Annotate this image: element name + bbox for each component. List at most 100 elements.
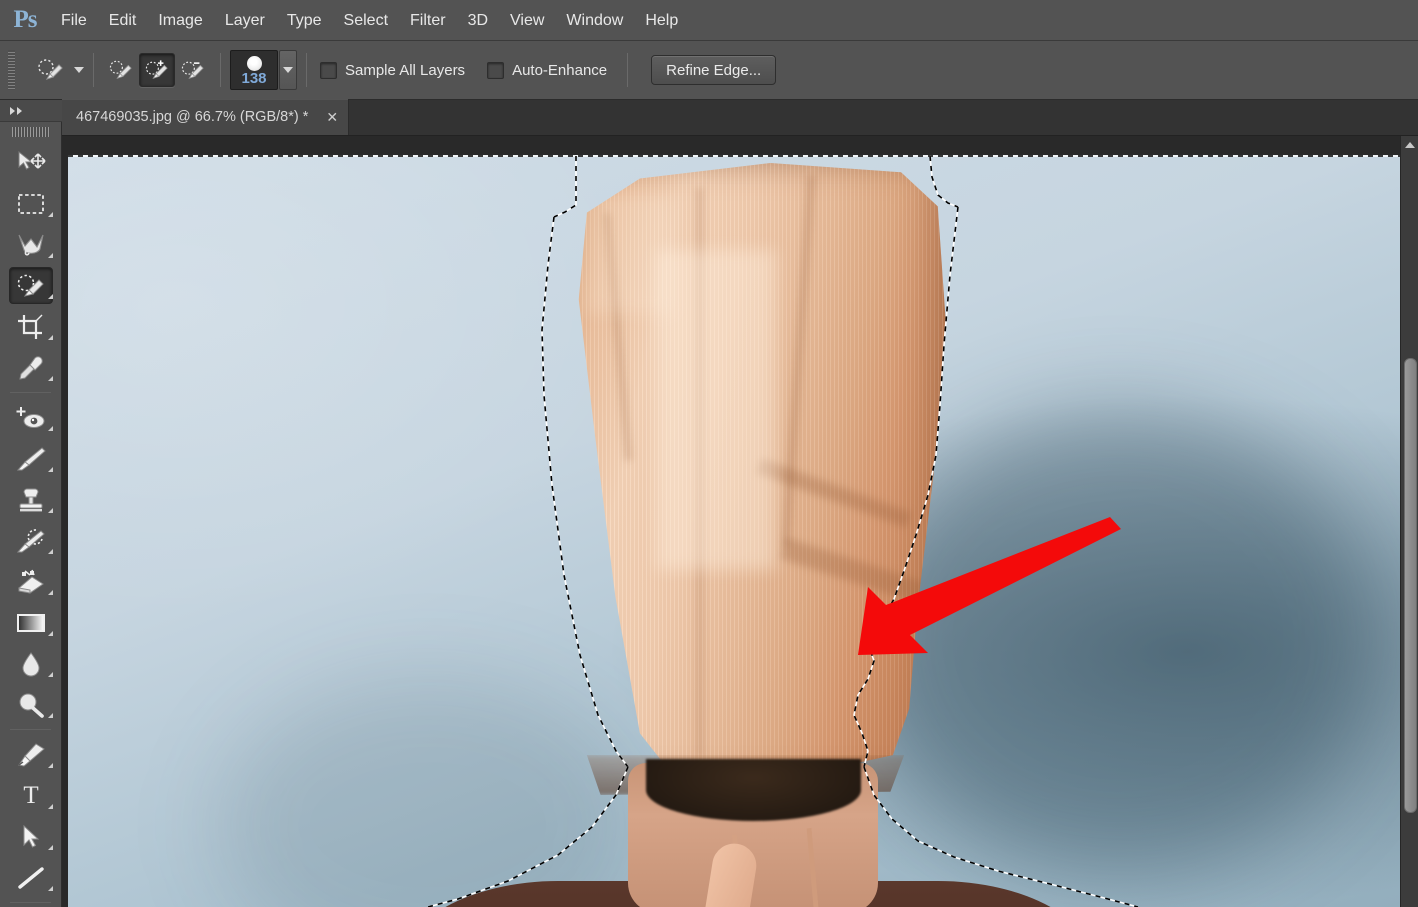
lasso-icon <box>9 226 53 263</box>
flyout-triangle-icon[interactable] <box>48 508 53 513</box>
menu-window[interactable]: Window <box>555 0 634 41</box>
menu-edit[interactable]: Edit <box>98 0 148 41</box>
quick-selection-subtract-icon[interactable] <box>175 53 211 87</box>
beard <box>646 759 861 821</box>
line-icon <box>9 859 53 896</box>
quick-selection-add-icon[interactable] <box>139 53 175 87</box>
scroll-up-arrow-icon[interactable] <box>1401 136 1418 154</box>
flyout-triangle-icon[interactable] <box>48 713 53 718</box>
chevron-down-icon[interactable] <box>74 67 84 73</box>
spot-healing-brush-tool[interactable] <box>0 397 62 438</box>
flyout-triangle-icon[interactable] <box>48 845 53 850</box>
flyout-triangle-icon[interactable] <box>48 672 53 677</box>
canvas-top-gutter <box>62 136 1400 155</box>
move-tool[interactable] <box>0 142 62 183</box>
vertical-scrollbar[interactable] <box>1400 136 1418 907</box>
document-image[interactable] <box>68 155 1400 907</box>
rectangular-marquee-tool[interactable] <box>0 183 62 224</box>
divider <box>93 53 94 87</box>
line-tool[interactable] <box>0 857 62 898</box>
eraser-icon <box>9 563 53 600</box>
flyout-triangle-icon[interactable] <box>48 590 53 595</box>
brush-preview[interactable]: 138 <box>230 50 278 90</box>
scrollbar-thumb[interactable] <box>1404 358 1417 813</box>
flyout-triangle-icon[interactable] <box>48 426 53 431</box>
menu-help[interactable]: Help <box>634 0 689 41</box>
move-icon <box>9 144 53 181</box>
menu-image[interactable]: Image <box>147 0 213 41</box>
canvas-area[interactable] <box>62 136 1418 907</box>
divider <box>306 53 307 87</box>
quick-selection-tool[interactable] <box>0 265 62 306</box>
eraser-tool[interactable] <box>0 561 62 602</box>
marquee-icon <box>9 185 53 222</box>
menu-filter[interactable]: Filter <box>399 0 457 41</box>
lasso-tool[interactable] <box>0 224 62 265</box>
document-tab-title: 467469035.jpg @ 66.7% (RGB/8*) * <box>76 109 309 125</box>
auto-enhance-checkbox[interactable] <box>487 61 505 79</box>
dodge-tool[interactable] <box>0 684 62 725</box>
flyout-triangle-icon[interactable] <box>48 294 53 299</box>
divider <box>627 53 629 87</box>
pen-icon <box>9 736 53 773</box>
quick-selection-icon <box>31 53 71 87</box>
brush-size-value: 138 <box>241 70 267 87</box>
brush-size-picker[interactable]: 138 <box>230 50 297 90</box>
refine-edge-button[interactable]: Refine Edge... <box>651 55 777 85</box>
sample-all-layers-row[interactable]: Sample All Layers <box>320 61 465 79</box>
document-tab[interactable]: 467469035.jpg @ 66.7% (RGB/8*) * ✕ <box>62 99 350 135</box>
menu-select[interactable]: Select <box>333 0 399 41</box>
photoshop-window: Ps File Edit Image Layer Type Select Fil… <box>0 0 1418 907</box>
auto-enhance-row[interactable]: Auto-Enhance <box>487 61 608 79</box>
options-bar-grip[interactable] <box>5 50 19 90</box>
double-chevron-right-icon <box>10 106 22 115</box>
tool-preset-picker[interactable] <box>31 53 84 87</box>
flyout-triangle-icon[interactable] <box>48 212 53 217</box>
photoshop-logo: Ps <box>13 6 38 33</box>
flyout-triangle-icon[interactable] <box>48 376 53 381</box>
gradient-tool[interactable] <box>0 602 62 643</box>
menu-view[interactable]: View <box>499 0 555 41</box>
close-icon[interactable]: ✕ <box>326 110 338 124</box>
tools-panel-grip[interactable] <box>0 122 62 142</box>
eyedropper-tool[interactable] <box>0 347 62 388</box>
brush-tip-icon <box>246 56 262 71</box>
flyout-triangle-icon[interactable] <box>48 253 53 258</box>
options-bar: 138 Sample All Layers Auto-Enhance Refin… <box>0 41 1418 100</box>
menu-file[interactable]: File <box>50 0 98 41</box>
tools-panel-expand-button[interactable] <box>0 100 62 122</box>
brush-icon <box>9 440 53 477</box>
flyout-triangle-icon[interactable] <box>48 467 53 472</box>
menu-3d[interactable]: 3D <box>457 0 499 41</box>
chevron-down-icon <box>283 67 293 73</box>
flyout-triangle-icon[interactable] <box>48 631 53 636</box>
quick-selection-new-icon[interactable] <box>103 53 139 87</box>
history-brush-tool[interactable] <box>0 520 62 561</box>
flyout-triangle-icon[interactable] <box>48 804 53 809</box>
flyout-triangle-icon[interactable] <box>48 886 53 891</box>
blur-tool[interactable] <box>0 643 62 684</box>
crop-tool[interactable] <box>0 306 62 347</box>
clone-stamp-icon <box>9 481 53 518</box>
menu-type[interactable]: Type <box>276 0 333 41</box>
type-tool[interactable]: T <box>0 775 62 816</box>
bag-highlight <box>656 249 777 570</box>
divider <box>220 53 221 87</box>
menu-bar: Ps File Edit Image Layer Type Select Fil… <box>0 0 1418 41</box>
clone-stamp-tool[interactable] <box>0 479 62 520</box>
flyout-triangle-icon[interactable] <box>48 763 53 768</box>
auto-enhance-label: Auto-Enhance <box>512 61 608 79</box>
eyedropper-icon <box>9 349 53 386</box>
flyout-triangle-icon[interactable] <box>48 335 53 340</box>
type-t-icon: T <box>23 782 39 809</box>
pen-tool[interactable] <box>0 734 62 775</box>
gradient-icon <box>9 604 53 641</box>
menu-layer[interactable]: Layer <box>214 0 276 41</box>
tools-divider <box>10 902 51 903</box>
brush-tool[interactable] <box>0 438 62 479</box>
brush-size-dropdown[interactable] <box>279 50 297 90</box>
path-selection-tool[interactable] <box>0 816 62 857</box>
path-arrow-icon <box>9 818 53 855</box>
sample-all-layers-checkbox[interactable] <box>320 61 337 79</box>
flyout-triangle-icon[interactable] <box>48 549 53 554</box>
